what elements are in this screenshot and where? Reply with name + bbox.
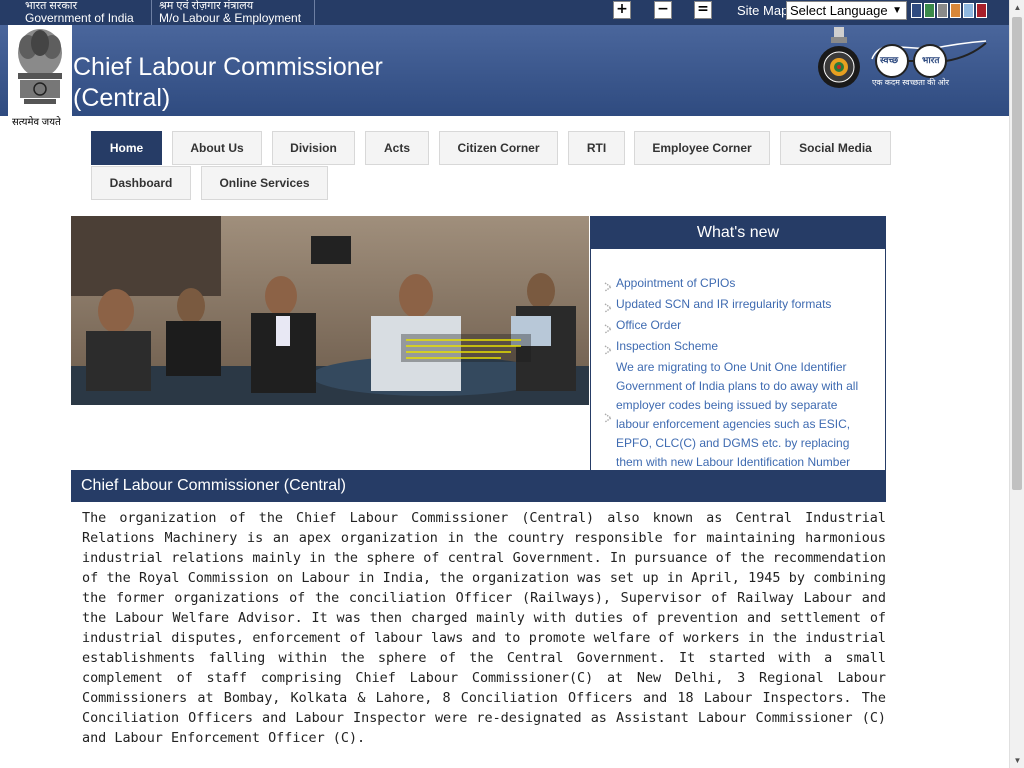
ministry-link[interactable]: श्रम एवं रोज़गार मंत्रालय M/o Labour & E…	[149, 0, 315, 25]
bullet-arrow-icon	[604, 321, 613, 334]
about-section-title: Chief Labour Commissioner (Central)	[71, 470, 886, 502]
font-decrease-button[interactable]: −	[654, 1, 672, 19]
whats-new-item[interactable]: We are migrating to One Unit One Identif…	[591, 358, 885, 472]
nav-item-social-media[interactable]: Social Media	[780, 131, 891, 165]
whats-new-item[interactable]: Inspection Scheme	[591, 337, 885, 356]
site-title-line2: (Central)	[73, 84, 171, 112]
whats-new-item[interactable]: Appointment of CPIOs	[591, 274, 885, 293]
site-title[interactable]: Chief Labour Commissioner (Central)	[73, 52, 383, 114]
scroll-thumb[interactable]	[1012, 17, 1022, 490]
nav-item-acts[interactable]: Acts	[365, 131, 429, 165]
whats-new-panel: What's new Appointment of CPIOs Updated S…	[590, 216, 886, 487]
theme-swatch[interactable]	[911, 3, 922, 18]
ministry-english-label: M/o Labour & Employment	[159, 11, 302, 25]
whats-new-item-text: Appointment of CPIOs	[616, 276, 736, 290]
whats-new-item[interactable]: Updated SCN and IR irregularity formats	[591, 295, 885, 314]
whats-new-title: What's new	[591, 217, 885, 249]
nav-item-about-us[interactable]: About Us	[172, 131, 262, 165]
top-bar: भारत सरकार Government of India श्रम एवं …	[0, 0, 1009, 25]
bullet-arrow-icon	[604, 300, 613, 313]
nav-item-dashboard[interactable]: Dashboard	[91, 166, 191, 200]
scroll-down-arrow-icon[interactable]: ▼	[1010, 753, 1024, 768]
site-header: Chief Labour Commissioner (Central) स्वच…	[0, 25, 1009, 125]
bullet-arrow-icon	[604, 342, 613, 355]
ministry-wheel-logo	[815, 27, 863, 93]
about-paragraph: The organization of the Chief Labour Com…	[82, 511, 886, 746]
emblem-motto: सत्यमेव जयते	[12, 117, 61, 128]
font-increase-button[interactable]: +	[613, 1, 631, 19]
whats-new-item-text: We are migrating to One Unit One Identif…	[616, 360, 859, 469]
bharat-text: भारत	[922, 55, 940, 65]
nav-item-home[interactable]: Home	[91, 131, 162, 165]
bullet-arrow-icon	[604, 279, 613, 292]
swachh-bharat-logo: स्वच्छ भारत एक कदम स्वच्छता की ओर	[870, 37, 987, 87]
theme-swatch[interactable]	[950, 3, 961, 18]
whats-new-list: Appointment of CPIOs Updated SCN and IR i…	[591, 274, 885, 474]
nav-item-division[interactable]: Division	[272, 131, 355, 165]
nav-item-citizen-corner[interactable]: Citizen Corner	[439, 131, 558, 165]
language-select[interactable]: Select Language ▼	[786, 1, 907, 20]
sitemap-link[interactable]: Site Map	[737, 3, 788, 18]
government-of-india-link[interactable]: भारत सरकार Government of India	[15, 0, 152, 25]
gov-english-label: Government of India	[25, 11, 134, 25]
theme-swatch[interactable]	[937, 3, 948, 18]
theme-swatch[interactable]	[976, 3, 987, 18]
whats-new-item-text: Updated SCN and IR irregularity formats	[616, 297, 832, 311]
chevron-down-icon: ▼	[892, 5, 902, 16]
whats-new-item-text: Office Order	[616, 318, 682, 332]
nav-item-rti[interactable]: RTI	[568, 131, 625, 165]
national-emblem-logo[interactable]	[8, 25, 72, 125]
banner-photo	[71, 216, 589, 405]
whats-new-item[interactable]: Office Order	[591, 316, 885, 335]
swachh-tagline: एक कदम स्वच्छता की ओर	[872, 78, 950, 87]
language-select-value: Select Language	[790, 3, 888, 18]
swachh-text: स्वच्छ	[880, 55, 899, 65]
page-scrollbar[interactable]: ▲ ▼	[1009, 0, 1024, 768]
font-normal-button[interactable]: =	[694, 1, 712, 19]
scroll-up-arrow-icon[interactable]: ▲	[1010, 0, 1024, 15]
site-title-line1: Chief Labour Commissioner	[73, 53, 383, 81]
bullet-arrow-icon	[604, 410, 613, 423]
nav-item-employee-corner[interactable]: Employee Corner	[634, 131, 770, 165]
nav-item-online-services[interactable]: Online Services	[201, 166, 328, 200]
theme-swatch[interactable]	[924, 3, 935, 18]
theme-swatch[interactable]	[963, 3, 974, 18]
whats-new-item-text: Inspection Scheme	[616, 339, 719, 353]
